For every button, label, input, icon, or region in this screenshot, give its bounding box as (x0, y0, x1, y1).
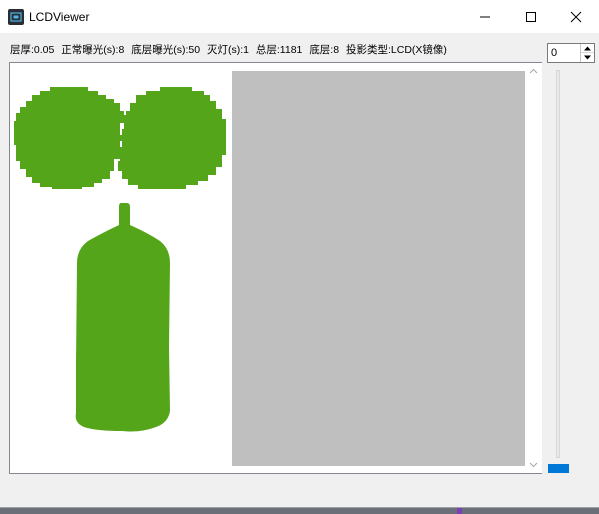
scroll-up-icon[interactable] (529, 68, 538, 74)
lcdviewer-window: LCDViewer 层厚:0.05 正常曝光(s):8 底层曝光(s):50 灭… (0, 0, 599, 508)
layer-preview-canvas[interactable] (9, 62, 542, 474)
total-layers-label: 总层:1181 (255, 44, 303, 56)
triangle-down-icon (584, 55, 591, 60)
close-icon (570, 11, 582, 23)
preview-vertical-scrollbar[interactable] (525, 63, 542, 473)
build-area-panel (232, 71, 525, 466)
app-icon (8, 9, 24, 25)
close-button[interactable] (553, 0, 599, 33)
layer-slice-image (14, 87, 226, 432)
bottom-exposure-label: 底层曝光(s):50 (131, 44, 201, 56)
maximize-button[interactable] (508, 0, 554, 33)
light-off-label: 灭灯(s):1 (206, 44, 249, 56)
normal-exposure-label: 正常曝光(s):8 (61, 44, 125, 56)
bottom-layers-label: 底层:8 (309, 44, 340, 56)
model-slice-shapes (14, 87, 226, 432)
taskbar-indicator (457, 508, 462, 514)
print-parameters-status: 层厚:0.05 正常曝光(s):8 底层曝光(s):50 灭灯(s):1 总层:… (10, 43, 447, 57)
minimize-button[interactable] (462, 0, 508, 33)
spinner-buttons (580, 44, 594, 62)
title-bar[interactable]: LCDViewer (0, 0, 599, 33)
window-title: LCDViewer (29, 10, 90, 24)
spinner-down-button[interactable] (581, 53, 594, 62)
layer-slider-track[interactable] (556, 70, 560, 458)
projection-type-label: 投影类型:LCD(X镜像) (346, 44, 447, 56)
scroll-down-icon[interactable] (529, 462, 538, 468)
spinner-up-button[interactable] (581, 44, 594, 53)
layer-number-spinner[interactable] (547, 43, 595, 63)
triangle-up-icon (584, 46, 591, 51)
layer-slider-thumb[interactable] (548, 464, 569, 473)
layer-number-input[interactable] (551, 46, 579, 60)
maximize-icon (526, 12, 536, 22)
layer-thickness-label: 层厚:0.05 (10, 44, 55, 56)
minimize-icon (480, 16, 490, 18)
